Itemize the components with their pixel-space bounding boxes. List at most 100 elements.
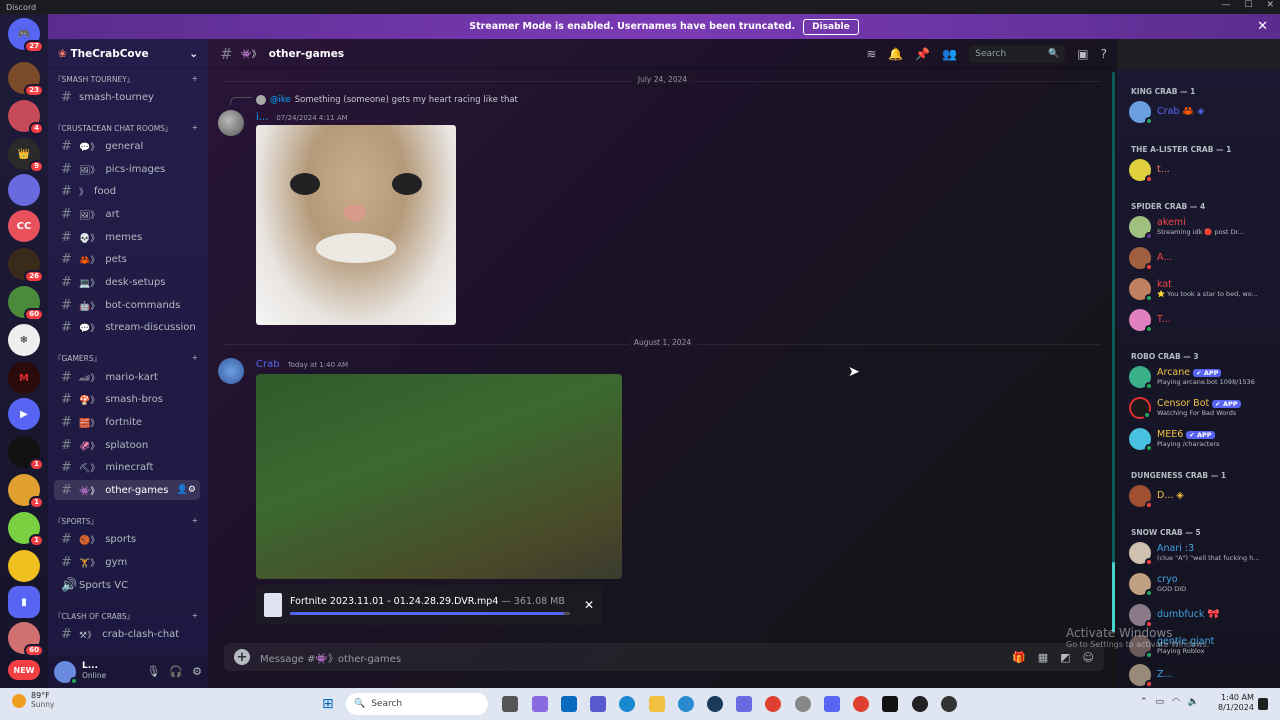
- server-icon[interactable]: ❄: [8, 324, 40, 356]
- members-icon[interactable]: 👥: [942, 47, 957, 61]
- headphones-icon[interactable]: 🎧: [169, 665, 183, 678]
- server-icon[interactable]: [8, 550, 40, 582]
- chrome-icon[interactable]: [765, 696, 781, 712]
- cancel-upload-icon[interactable]: ✕: [584, 598, 594, 612]
- channel-other-games[interactable]: # 👾》 other-games 👤⚙: [54, 480, 200, 500]
- channel-smash-bros[interactable]: # 🍄》 smash-bros: [54, 389, 200, 409]
- plus-icon[interactable]: +: [192, 123, 198, 134]
- message-composer[interactable]: + Message #👾》other-games 🎁 ▦ ◩ ☺: [224, 643, 1104, 671]
- avatar[interactable]: [218, 110, 244, 136]
- settings-icon[interactable]: 👤⚙: [177, 485, 196, 495]
- channel-general[interactable]: # 💬》 general: [54, 136, 200, 156]
- disable-button[interactable]: Disable: [803, 18, 859, 35]
- channel-crab-clash-chat[interactable]: # ⚒》 crab-clash-chat: [54, 624, 200, 644]
- server-icon[interactable]: 4: [8, 100, 44, 135]
- server-icon[interactable]: 60: [8, 622, 44, 657]
- scrollbar[interactable]: [1112, 72, 1115, 632]
- plus-icon[interactable]: +: [192, 516, 198, 527]
- close-icon[interactable]: ✕: [1257, 19, 1268, 34]
- clock[interactable]: 1:40 AM 8/1/2024: [1218, 693, 1254, 712]
- channel-art[interactable]: # 🖼》 art: [54, 204, 200, 224]
- member-item[interactable]: D... ◈: [1129, 483, 1275, 509]
- member-item[interactable]: Crab 🦀 ◈: [1129, 99, 1275, 125]
- message-input[interactable]: Message #👾》other-games: [260, 650, 401, 665]
- server-icon[interactable]: ▶: [8, 398, 40, 430]
- sticker-icon[interactable]: ◩: [1060, 651, 1070, 664]
- avatar[interactable]: [218, 358, 244, 384]
- system-tray[interactable]: ⌃ ▭ ◠ 🔈: [1140, 697, 1199, 707]
- copilot-icon[interactable]: [532, 696, 548, 712]
- server-icon[interactable]: M: [8, 362, 40, 394]
- member-item[interactable]: Z...: [1129, 662, 1275, 688]
- channel-splatoon[interactable]: # 🦑》 splatoon: [54, 435, 200, 455]
- edge-icon[interactable]: [619, 696, 635, 712]
- channel-stream-discussion[interactable]: # 💬》 stream-discussion: [54, 317, 200, 337]
- channel-minecraft[interactable]: # ⛏》 minecraft: [54, 457, 200, 477]
- channel-mario-kart[interactable]: # 🏎》 mario-kart: [54, 367, 200, 387]
- channel-memes[interactable]: # 💀》 memes: [54, 227, 200, 247]
- category-header[interactable]: 『SMASH TOURNEY』 +: [54, 74, 198, 85]
- maximize-icon[interactable]: ☐: [1244, 0, 1252, 10]
- server-icon[interactable]: 23: [8, 62, 44, 97]
- video-preview[interactable]: [256, 374, 622, 579]
- member-item[interactable]: kat ⭐ You took a star to bed, wo...: [1129, 276, 1275, 302]
- windows-start-icon[interactable]: ⊞: [322, 696, 334, 712]
- channel-sports[interactable]: # 🏀》 sports: [54, 529, 200, 549]
- category-header[interactable]: 『SPORTS』 +: [54, 516, 198, 527]
- plus-icon[interactable]: +: [192, 74, 198, 85]
- member-item[interactable]: MEE6 ✔ APP Playing /characters: [1129, 426, 1275, 452]
- server-icon[interactable]: 1: [8, 512, 44, 547]
- threads-icon[interactable]: ≋: [866, 47, 876, 61]
- channel-fortnite[interactable]: # 🧱》 fortnite: [54, 412, 200, 432]
- member-item[interactable]: t...: [1129, 157, 1275, 183]
- help-icon[interactable]: ?: [1101, 47, 1107, 61]
- channel-food[interactable]: # 》 food: [54, 181, 200, 201]
- server-icon[interactable]: 👑 9: [8, 138, 44, 173]
- category-header[interactable]: 『GAMERS』 +: [54, 353, 198, 364]
- channel-desk-setups[interactable]: # 💻》 desk-setups: [54, 272, 200, 292]
- mail-icon[interactable]: [561, 696, 577, 712]
- network-icon[interactable]: ▭: [1156, 697, 1165, 707]
- cat-image[interactable]: [256, 125, 456, 325]
- member-item[interactable]: T...: [1129, 307, 1275, 333]
- member-item[interactable]: Censor Bot ✔ APP Watching For Bad Words: [1129, 395, 1275, 421]
- wifi-icon[interactable]: ◠: [1172, 697, 1180, 707]
- channel-bot-commands[interactable]: # 🤖》 bot-commands: [54, 295, 200, 315]
- server-icon[interactable]: 60: [8, 286, 44, 321]
- search-input[interactable]: Search 🔍: [969, 45, 1066, 63]
- server-icon[interactable]: 1: [8, 436, 44, 471]
- weather-widget[interactable]: 89°F Sunny: [12, 691, 54, 709]
- gift-icon[interactable]: 🎁: [1012, 651, 1026, 664]
- server-icon[interactable]: CC: [8, 210, 40, 242]
- folder-icon[interactable]: ▮: [8, 586, 40, 618]
- plus-icon[interactable]: +: [192, 353, 198, 364]
- server-header[interactable]: ❀ TheCrabCove ⌄: [48, 39, 208, 69]
- message-author[interactable]: Crab: [256, 359, 280, 370]
- member-item[interactable]: Anari :3 (clue "A") "well that fucking h.…: [1129, 540, 1275, 566]
- emoji-icon[interactable]: ☺: [1083, 651, 1094, 664]
- pin-icon[interactable]: 📌: [915, 47, 930, 61]
- member-item[interactable]: dumbfuck 🎀: [1129, 602, 1275, 628]
- notification-icon[interactable]: [1258, 698, 1268, 710]
- discord-icon[interactable]: [824, 696, 840, 712]
- taskbar-search[interactable]: 🔍 Search: [346, 693, 488, 715]
- steam-icon[interactable]: [707, 696, 723, 712]
- app-icon[interactable]: [912, 696, 928, 712]
- volume-icon[interactable]: 🔈: [1188, 697, 1199, 707]
- gif-icon[interactable]: ▦: [1038, 651, 1048, 664]
- channel-gym[interactable]: # 🏋》 gym: [54, 552, 200, 572]
- plus-icon[interactable]: +: [192, 611, 198, 622]
- chevron-up-icon[interactable]: ⌃: [1140, 697, 1148, 707]
- member-item[interactable]: Arcane ✔ APP Playing arcane.bot 1098/1536: [1129, 364, 1275, 390]
- obs-icon[interactable]: [941, 696, 957, 712]
- server-icon[interactable]: 1: [8, 474, 44, 509]
- member-item[interactable]: akemi Streaming idk 🔴 post Dr...: [1129, 214, 1275, 240]
- app-icon[interactable]: [795, 696, 811, 712]
- app-icon[interactable]: [678, 696, 694, 712]
- inbox-icon[interactable]: ▣: [1077, 47, 1088, 61]
- minimize-icon[interactable]: —: [1221, 0, 1230, 10]
- microphone-icon[interactable]: 🎙: [146, 665, 160, 678]
- server-icon[interactable]: [8, 174, 40, 206]
- channel-pets[interactable]: # 🦀》 pets: [54, 249, 200, 269]
- gear-icon[interactable]: ⚙: [192, 665, 202, 678]
